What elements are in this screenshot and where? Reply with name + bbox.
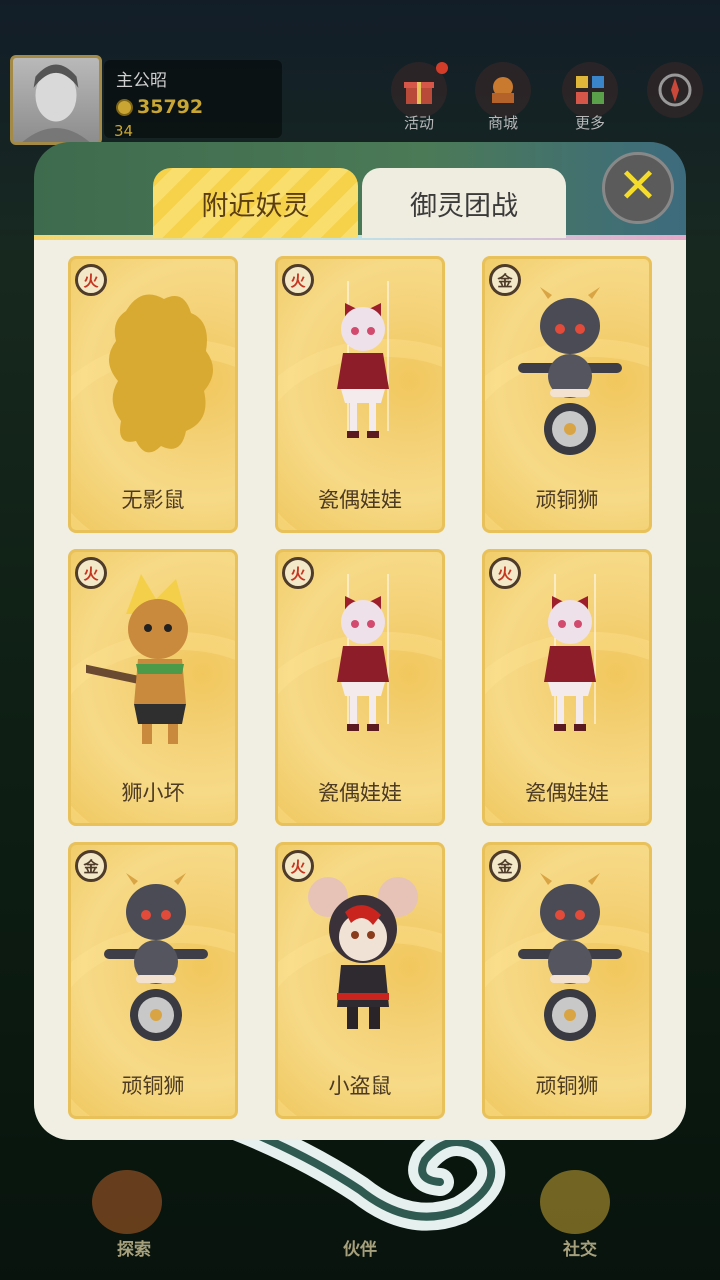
metal-element-badge: 金	[75, 850, 107, 882]
porcelain-doll-figure	[337, 281, 389, 438]
fire-element-badge: 火	[489, 557, 521, 589]
porcelain-doll-figure	[337, 574, 389, 731]
spirit-name: 顽铜狮	[535, 1074, 599, 1098]
close-button[interactable]: ✕	[602, 152, 674, 224]
metal-element-badge: 金	[489, 850, 521, 882]
thief-mouse-figure	[308, 877, 418, 1029]
compass-icon	[658, 73, 692, 107]
spirit-name: 顽铜狮	[121, 1074, 185, 1098]
player-info-panel: 主公昭 35792 34	[104, 60, 282, 140]
shop-button[interactable]: 商城	[474, 62, 532, 132]
activity-label: 活动	[403, 114, 434, 132]
tab-nearby-spirits[interactable]: 附近妖灵	[153, 168, 358, 238]
fire-element-badge: 火	[75, 557, 107, 589]
tab-team-battle[interactable]: 御灵团战	[362, 168, 566, 238]
player-name: 主公昭	[116, 71, 167, 91]
coin-counter: 35792	[116, 96, 203, 118]
spirit-card[interactable]: 火瓷偶娃娃	[482, 549, 652, 826]
spirit-name: 小盗鼠	[328, 1074, 392, 1098]
spirit-card[interactable]: 金顽铜狮	[482, 842, 652, 1119]
shop-label: 商城	[487, 114, 518, 132]
player-level: 34	[114, 122, 134, 140]
spirit-card[interactable]: 金顽铜狮	[482, 256, 652, 533]
spirit-name: 顽铜狮	[535, 488, 599, 512]
bronze-lion-figure	[518, 287, 622, 455]
fire-element-badge: 火	[282, 557, 314, 589]
nav-explore[interactable]: 探索	[94, 1235, 174, 1260]
porcelain-doll-figure	[544, 574, 596, 731]
metal-element-badge: 金	[489, 264, 521, 296]
close-x-icon: ✕	[617, 158, 659, 214]
player-avatar[interactable]	[10, 55, 102, 145]
silhouette-figure	[108, 294, 214, 453]
explore-nav-icon	[92, 1170, 162, 1234]
spirit-name: 瓷偶娃娃	[318, 488, 402, 512]
spirit-card[interactable]: 火无影鼠	[68, 256, 238, 533]
more-grid-icon	[576, 76, 604, 104]
spirit-name: 无影鼠	[121, 488, 185, 512]
gift-icon	[404, 82, 434, 104]
fire-element-badge: 火	[282, 264, 314, 296]
spirit-card[interactable]: 火瓷偶娃娃	[275, 256, 445, 533]
activity-button[interactable]: 活动	[390, 62, 448, 132]
notification-dot	[436, 62, 448, 74]
shop-icon	[492, 77, 514, 103]
spirit-card[interactable]: 火狮小坏	[68, 549, 238, 826]
spirit-card[interactable]: 火瓷偶娃娃	[275, 549, 445, 826]
bronze-lion-figure	[104, 873, 208, 1041]
lion-warrior-figure	[86, 574, 188, 744]
spirit-name: 瓷偶娃娃	[318, 781, 402, 805]
panel-divider	[34, 235, 686, 240]
spirit-name: 瓷偶娃娃	[525, 781, 609, 805]
compass-button[interactable]	[646, 62, 704, 132]
spirit-card[interactable]: 金顽铜狮	[68, 842, 238, 1119]
spirit-name: 狮小坏	[121, 781, 185, 805]
more-label: 更多	[574, 114, 605, 132]
fire-element-badge: 火	[75, 264, 107, 296]
more-button[interactable]: 更多	[561, 62, 619, 132]
spirit-card[interactable]: 火小盗鼠	[275, 842, 445, 1119]
avatar-portrait	[22, 64, 90, 142]
bronze-lion-figure	[518, 873, 622, 1041]
fire-element-badge: 火	[282, 850, 314, 882]
nav-social[interactable]: 社交	[540, 1235, 620, 1260]
coin-icon	[116, 98, 133, 116]
social-nav-icon	[540, 1170, 610, 1234]
